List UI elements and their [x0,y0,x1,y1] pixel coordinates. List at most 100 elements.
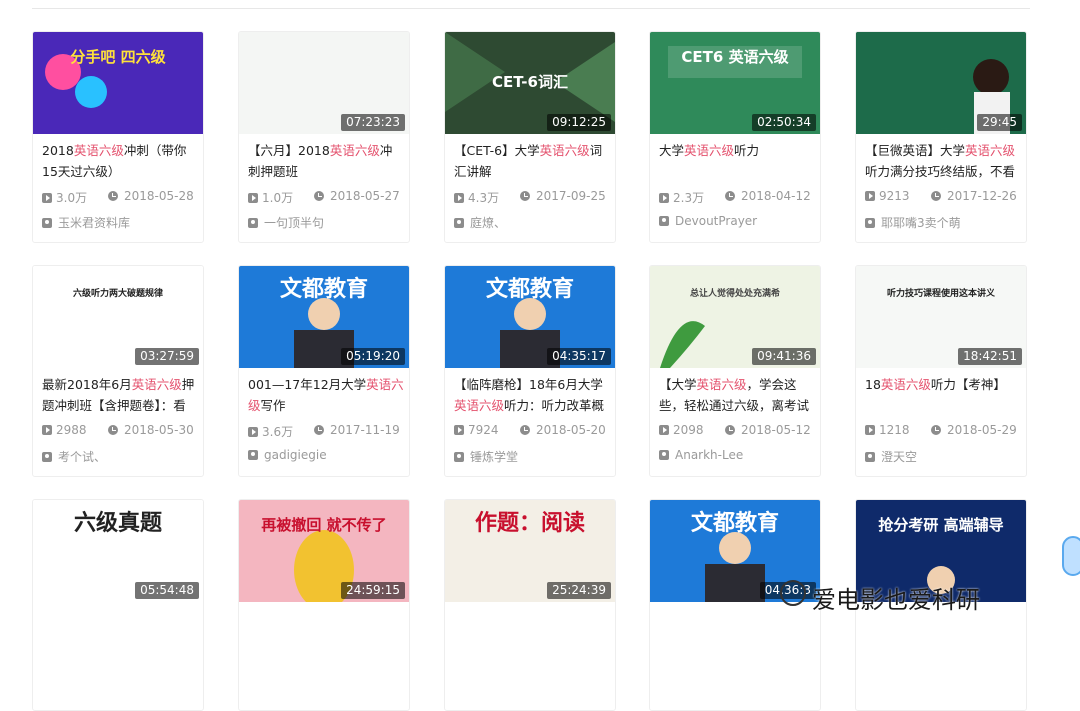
title-text: 听力满分技巧终结版，不看 [865,164,1016,179]
video-thumbnail[interactable]: 文都教育 04:35:17 [445,266,615,368]
video-title[interactable]: 【临阵磨枪】18年6月大学英语六级听力：听力改革概 [454,374,610,416]
video-title[interactable]: 最新2018年6月英语六级押题冲刺班【含押题卷】：看 [42,374,198,416]
svg-text:分手吧 四六级: 分手吧 四六级 [70,48,166,66]
video-card[interactable]: 再被撤回 就不传了 24:59:15 [238,499,410,711]
video-thumbnail[interactable]: 作题：阅读 25:24:39 [445,500,615,602]
user-icon [659,450,669,460]
svg-text:文都教育: 文都教育 [691,510,779,536]
play-count-icon [42,425,52,435]
video-title[interactable]: 大学英语六级听力 [659,140,815,161]
video-card[interactable]: 07:23:23 【六月】2018英语六级冲刺押题班 1.0万 2018-05-27 一… [238,31,410,243]
upload-date: 2018-05-28 [108,189,194,203]
video-thumbnail[interactable]: CET-6词汇 09:12:25 [445,32,615,134]
video-title[interactable]: 【CET-6】大学英语六级词汇讲解 [454,140,610,182]
view-count: 4.3万 [454,189,499,206]
video-title[interactable]: 001—17年12月大学英语六级写作 [248,374,404,416]
title-keyword-highlight: 英语六级 [696,377,747,392]
video-author[interactable]: 锤炼学堂 [454,448,518,465]
video-card[interactable]: 总让人觉得处处充满希 09:41:36 【大学英语六级，学会这些，轻松通过六级，离考… [649,265,821,477]
upload-date-text: 2018-05-20 [536,423,606,437]
video-title[interactable]: 18英语六级听力【考神】 [865,374,1021,395]
video-title[interactable]: 【巨微英语】大学英语六级听力满分技巧终结版，不看 [865,140,1021,182]
title-text: 写作 [260,398,286,413]
title-text: 【大学 [659,377,697,392]
upload-date-text: 2017-09-25 [536,189,606,203]
video-card[interactable]: 六级听力两大破题规律 03:27:59 最新2018年6月英语六级押题冲刺班【含押题… [32,265,204,477]
video-author[interactable]: 庭燎、 [454,214,506,231]
video-card[interactable]: 听力技巧课程使用这本讲义 18:42:51 18英语六级听力【考神】 1218 2018… [855,265,1027,477]
video-author[interactable]: 玉米君资料库 [42,214,130,231]
video-thumbnail[interactable]: 再被撤回 就不传了 24:59:15 [239,500,409,602]
view-count: 7924 [454,423,499,437]
title-keyword-highlight: 英语六级 [73,143,124,158]
video-card[interactable]: CET6 英语六级 02:50:34 大学英语六级听力 2.3万 2018-04-12 D… [649,31,821,243]
clock-icon [931,191,941,201]
video-author[interactable]: 一句顶半句 [248,214,324,231]
view-count-text: 2988 [56,423,87,437]
author-name: 玉米君资料库 [58,216,131,230]
title-text: 【CET-6】大学 [454,143,540,158]
clock-icon [520,425,530,435]
title-text: 2018 [42,143,74,158]
author-name: 锤炼学堂 [470,450,519,464]
video-duration: 03:27:59 [135,348,199,365]
video-thumbnail[interactable]: 听力技巧课程使用这本讲义 18:42:51 [856,266,1026,368]
video-thumbnail[interactable]: 六级听力两大破题规律 03:27:59 [33,266,203,368]
title-text: 【六月】2018 [248,143,330,158]
video-card[interactable]: 29:45 【巨微英语】大学英语六级听力满分技巧终结版，不看 9213 2017-12… [855,31,1027,243]
svg-text:CET-6词汇: CET-6词汇 [492,73,568,91]
video-stats: 9213 2017-12-26 [865,189,1025,205]
video-author[interactable]: 考个试、 [42,448,106,465]
clock-icon [725,191,735,201]
video-stats: 2098 2018-05-12 [659,423,819,439]
play-count-icon [42,193,52,203]
upload-date-text: 2018-05-30 [124,423,194,437]
video-thumbnail[interactable]: 07:23:23 [239,32,409,134]
video-thumbnail[interactable]: CET6 英语六级 02:50:34 [650,32,820,134]
video-thumbnail[interactable]: 六级真题 05:54:48 [33,500,203,602]
title-text: 最新2018年6月 [42,377,132,392]
video-author[interactable]: DevoutPrayer [659,214,757,228]
video-thumbnail[interactable]: 29:45 [856,32,1026,134]
svg-text:作题：阅读: 作题：阅读 [475,511,585,536]
video-author[interactable]: gadigiegie [248,448,327,462]
svg-text:文都教育: 文都教育 [486,276,574,302]
video-title[interactable]: 【大学英语六级，学会这些，轻松通过六级，离考试 [659,374,815,416]
video-grid: 分手吧 四六级 2018英语六级冲刺（带你15天过六级） 3.0万 2018-05-2… [0,0,1080,711]
video-stats: 1218 2018-05-29 [865,423,1025,439]
view-count-text: 1218 [879,423,910,437]
video-author[interactable]: 澄天空 [865,448,917,465]
video-title[interactable]: 【六月】2018英语六级冲刺押题班 [248,140,404,182]
view-count-text: 2098 [673,423,704,437]
video-author[interactable]: 耶耶嘴3卖个萌 [865,214,961,231]
side-mascot-icon[interactable] [1062,536,1080,576]
play-count-icon [659,425,669,435]
title-keyword-highlight: 英语六级 [965,143,1016,158]
video-card[interactable]: 作题：阅读 25:24:39 [444,499,616,711]
video-card[interactable]: CET-6词汇 09:12:25 【CET-6】大学英语六级词汇讲解 4.3万 2017… [444,31,616,243]
view-count: 3.6万 [248,423,293,440]
video-stats: 3.6万 2017-11-19 [248,423,408,439]
video-card[interactable]: 文都教育 05:19:20 001—17年12月大学英语六级写作 3.6万 2017-1… [238,265,410,477]
video-title[interactable]: 2018英语六级冲刺（带你15天过六级） [42,140,198,182]
title-text: 听力：听力改革概 [504,398,605,413]
clock-icon [108,425,118,435]
video-thumbnail[interactable]: 分手吧 四六级 [33,32,203,134]
svg-text:听力技巧课程使用这本讲义: 听力技巧课程使用这本讲义 [887,287,996,299]
svg-text:六级听力两大破题规律: 六级听力两大破题规律 [73,287,163,299]
play-count-icon [865,191,875,201]
video-thumbnail[interactable]: 文都教育 05:19:20 [239,266,409,368]
upload-date: 2018-04-12 [725,189,811,203]
play-count-icon [454,425,464,435]
video-card[interactable]: 分手吧 四六级 2018英语六级冲刺（带你15天过六级） 3.0万 2018-05-2… [32,31,204,243]
video-card[interactable]: 六级真题 05:54:48 [32,499,204,711]
video-thumbnail[interactable]: 总让人觉得处处充满希 09:41:36 [650,266,820,368]
author-name: 澄天空 [881,450,918,464]
upload-date-text: 2018-05-27 [330,189,400,203]
video-card[interactable]: 文都教育 04:35:17 【临阵磨枪】18年6月大学英语六级听力：听力改革概 792… [444,265,616,477]
video-duration: 05:54:48 [135,582,199,599]
video-stats: 2988 2018-05-30 [42,423,202,439]
video-author[interactable]: Anarkh-Lee [659,448,743,462]
upload-date-text: 2017-12-26 [947,189,1017,203]
view-count-text: 2.3万 [673,191,705,205]
